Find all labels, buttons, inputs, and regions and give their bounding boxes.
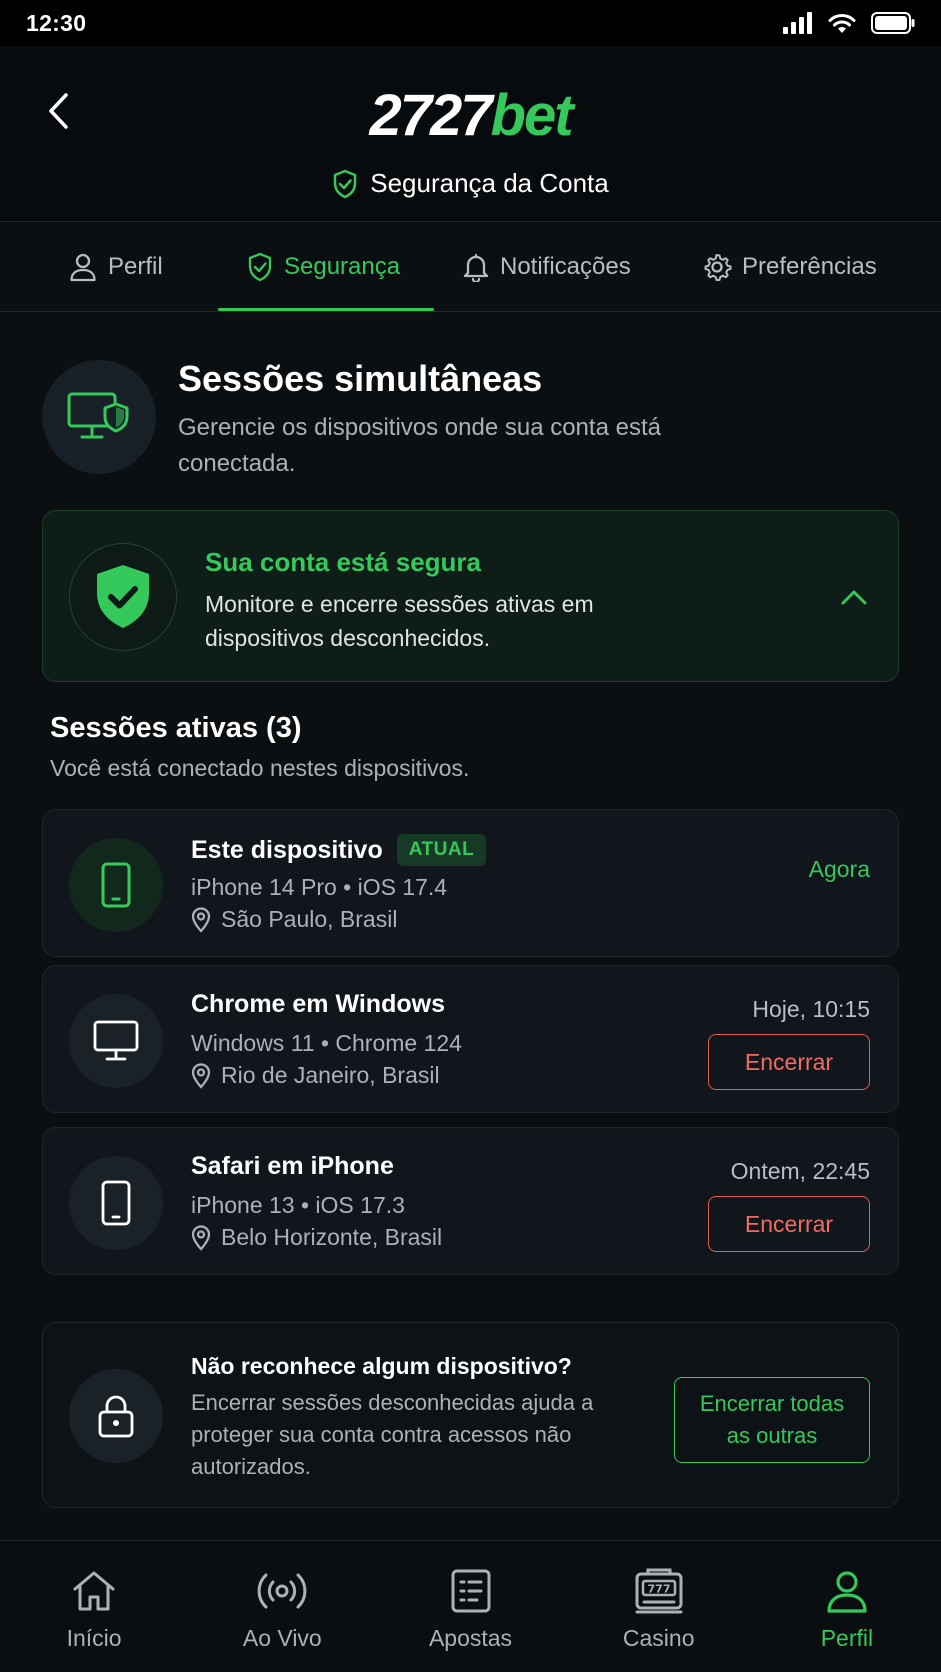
nav-label: Ao Vivo	[242, 1625, 322, 1651]
logo-bet: bet	[490, 83, 574, 148]
session-name-text: Safari em iPhone	[191, 1152, 394, 1180]
nav-label: Início	[66, 1625, 122, 1651]
status-bar: 12:30	[0, 0, 941, 46]
session-location-text: São Paulo, Brasil	[221, 906, 398, 932]
session-location-text: Rio de Janeiro, Brasil	[221, 1062, 440, 1088]
shield-check-icon	[248, 252, 272, 282]
end-session-button[interactable]: Encerrar	[708, 1034, 870, 1090]
secure-title: Sua conta está segura	[205, 547, 481, 577]
end-session-button[interactable]: Encerrar	[708, 1196, 870, 1252]
tab-label: Notificações	[500, 253, 631, 280]
shield-check-icon	[333, 169, 357, 198]
tab-label: Preferências	[742, 253, 877, 280]
section-title: Sessões simultâneas	[178, 358, 543, 399]
user-icon	[821, 1565, 873, 1617]
wifi-icon	[828, 14, 856, 33]
tab-perfil[interactable]: Perfil	[68, 222, 163, 312]
bell-icon	[463, 253, 489, 282]
shield-check-filled-icon	[97, 565, 149, 628]
secure-text: Monitore e encerre sessões ativas em dis…	[205, 591, 594, 651]
bottom-nav: Início Ao Vivo Apostas 777 Casino Perfil	[0, 1540, 941, 1672]
unknown-text: Encerrar sessões desconhecidas ajuda a p…	[191, 1390, 594, 1479]
lock-icon	[98, 1395, 134, 1438]
session-card-safari-iphone: Safari em iPhone iPhone 13 • iOS 17.3 Be…	[42, 1127, 899, 1275]
session-location: São Paulo, Brasil	[191, 906, 397, 933]
section-icon	[42, 360, 156, 474]
active-sessions-subtitle: Você está conectado nestes dispositivos.	[50, 755, 470, 781]
slot-machine-icon: 777	[633, 1565, 685, 1617]
unknown-title: Não reconhece algum dispositivo?	[191, 1353, 572, 1379]
lock-circle	[69, 1369, 163, 1463]
nav-label: Perfil	[820, 1625, 874, 1651]
betslip-icon	[445, 1565, 497, 1617]
tab-preferencias[interactable]: Preferências	[702, 222, 877, 312]
end-all-sessions-button[interactable]: Encerrar todas as outras	[674, 1377, 870, 1463]
home-icon	[68, 1565, 120, 1617]
session-location: Belo Horizonte, Brasil	[191, 1224, 442, 1251]
session-name: Chrome em Windows	[191, 990, 445, 1019]
session-name-text: Chrome em Windows	[191, 990, 445, 1018]
active-sessions-header: Sessões ativas (3) Você está conectado n…	[50, 712, 469, 782]
nav-inicio[interactable]: Início	[0, 1541, 188, 1672]
live-broadcast-icon	[256, 1565, 308, 1617]
collapse-toggle[interactable]	[836, 579, 872, 615]
session-time: Ontem, 22:45	[730, 1158, 870, 1184]
nav-ao-vivo[interactable]: Ao Vivo	[188, 1541, 376, 1672]
monitor-icon	[93, 1020, 139, 1061]
session-location-text: Belo Horizonte, Brasil	[221, 1224, 443, 1250]
active-tab-indicator	[218, 308, 434, 311]
page-title: Segurança da Conta	[370, 168, 609, 198]
unknown-device-card: Não reconhece algum dispositivo? Encerra…	[42, 1322, 899, 1508]
session-name: Este dispositivo ATUAL	[191, 834, 487, 866]
session-device: iPhone 14 Pro • iOS 17.4	[191, 874, 448, 900]
svg-text:777: 777	[647, 1583, 670, 1596]
session-device: Windows 11 • Chrome 124	[191, 1030, 462, 1056]
session-name-text: Este dispositivo	[191, 835, 383, 864]
app-header: 2727bet Segurança da Conta	[0, 46, 941, 222]
brand-logo: 2727bet	[0, 82, 941, 149]
session-time: Agora	[808, 856, 870, 882]
tab-notificacoes[interactable]: Notificações	[462, 222, 631, 312]
session-device-icon	[69, 1156, 163, 1250]
smartphone-icon	[101, 862, 131, 908]
nav-perfil[interactable]: Perfil	[753, 1541, 941, 1672]
user-icon	[70, 253, 96, 282]
tab-label: Perfil	[108, 253, 163, 280]
current-badge: ATUAL	[396, 834, 487, 866]
nav-label: Casino	[622, 1625, 695, 1651]
tab-label: Segurança	[284, 253, 401, 280]
secure-shield	[69, 543, 177, 651]
page-title-row: Segurança da Conta	[0, 168, 941, 199]
session-name: Safari em iPhone	[191, 1152, 394, 1181]
nav-casino[interactable]: 777 Casino	[565, 1541, 753, 1672]
session-device-icon	[69, 994, 163, 1088]
nav-label: Apostas	[428, 1625, 513, 1651]
location-pin-icon	[191, 906, 211, 933]
section-subtitle: Gerencie os dispositivos onde sua conta …	[178, 414, 661, 477]
session-device-icon	[69, 838, 163, 932]
session-device: iPhone 13 • iOS 17.3	[191, 1192, 405, 1218]
session-card-current: Este dispositivo ATUAL iPhone 14 Pro • i…	[42, 809, 899, 957]
session-location: Rio de Janeiro, Brasil	[191, 1062, 440, 1089]
status-time: 12:30	[26, 9, 87, 36]
nav-apostas[interactable]: Apostas	[376, 1541, 564, 1672]
gear-icon	[704, 254, 732, 281]
smartphone-icon	[101, 1180, 131, 1226]
signal-icon	[783, 12, 812, 34]
monitor-shield-icon	[67, 392, 129, 439]
location-pin-icon	[191, 1062, 211, 1089]
tab-seguranca[interactable]: Segurança	[246, 222, 400, 312]
session-card-chrome-windows: Chrome em Windows Windows 11 • Chrome 12…	[42, 965, 899, 1113]
active-sessions-title: Sessões ativas (3)	[50, 712, 302, 744]
settings-tabs: Perfil Segurança Notificações Preferênci…	[0, 222, 941, 312]
logo-number: 2727	[369, 83, 492, 148]
chevron-up-icon	[841, 590, 867, 605]
account-secure-banner[interactable]: Sua conta está segura Monitore e encerre…	[42, 510, 899, 682]
location-pin-icon	[191, 1224, 211, 1251]
status-icons	[783, 12, 915, 34]
session-time: Hoje, 10:15	[752, 996, 870, 1022]
section-header: Sessões simultâneas Gerencie os disposit…	[42, 358, 902, 478]
battery-icon	[871, 12, 915, 34]
